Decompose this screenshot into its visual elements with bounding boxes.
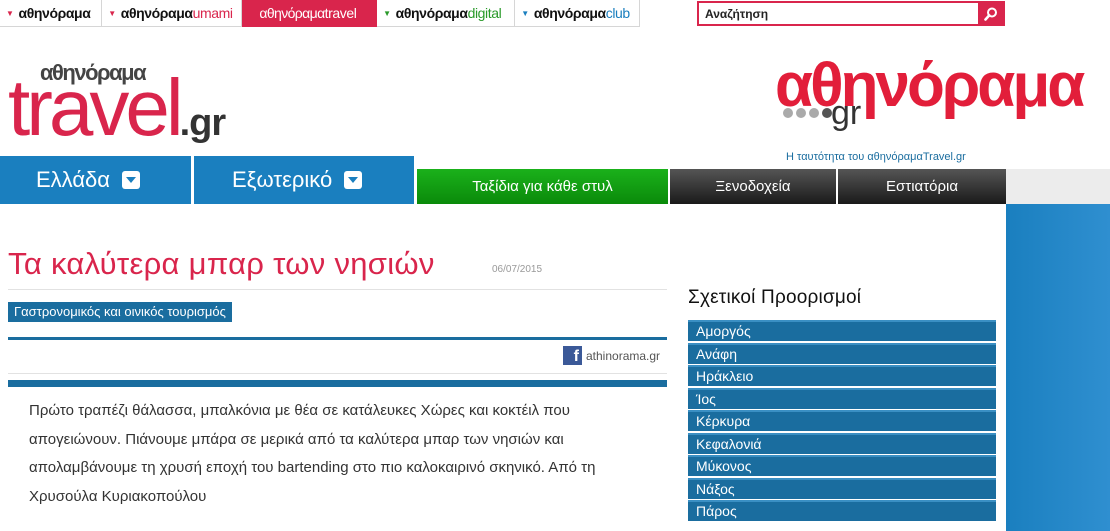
divider: [8, 289, 667, 290]
list-item[interactable]: Κεφαλονιά: [688, 432, 996, 454]
chevron-down-icon: ▼: [521, 8, 529, 18]
facebook-icon: f: [563, 346, 582, 365]
tagline-link[interactable]: Η ταυτότητα του αθηνόραμαTravel.gr: [786, 151, 966, 163]
article-lead: Πρώτο τραπέζι θάλασσα, μπαλκόνια με θέα …: [29, 402, 596, 505]
chevron-down-icon: [122, 171, 141, 189]
related-destinations-title: Σχετικοί Προορισμοί: [688, 287, 862, 308]
search-box: [697, 1, 1005, 26]
network-tab-umami[interactable]: ▼ αθηνόραμα umami: [102, 0, 242, 27]
list-item[interactable]: Ηράκλειο: [688, 365, 996, 386]
list-item[interactable]: Νάξος: [688, 477, 996, 499]
chevron-down-icon: ▼: [108, 8, 116, 18]
divider: [8, 373, 667, 374]
divider: [8, 337, 667, 340]
nav-travel-styles[interactable]: Ταξίδια για κάθε στυλ: [417, 169, 668, 204]
network-tab-club[interactable]: ▼ αθηνόραμα club: [515, 0, 640, 27]
list-item[interactable]: Ίος: [688, 387, 996, 409]
chevron-down-icon: ▼: [6, 8, 14, 18]
list-item[interactable]: Ανάφη: [688, 342, 996, 364]
divider: [8, 380, 667, 387]
facebook-share-button[interactable]: f athinorama.gr: [563, 346, 660, 365]
category-badge[interactable]: Γαστρονομικός και οινικός τουρισμός: [8, 302, 232, 322]
list-item[interactable]: Αμοργός: [688, 320, 996, 341]
nav-greece[interactable]: Ελλάδα: [0, 156, 191, 204]
network-tab-travel[interactable]: αθηνόραμα travel: [241, 0, 378, 27]
nav-abroad[interactable]: Εξωτερικό: [194, 156, 414, 204]
athinorama-logo[interactable]: αθηνόραμα gr: [775, 50, 1085, 140]
right-ad-column: [1006, 204, 1110, 531]
search-icon: [983, 7, 997, 21]
logo-dots-icon: [783, 108, 832, 118]
chevron-down-icon: ▼: [383, 8, 391, 18]
page-title: Τα καλύτερα μπαρ των νησιών: [8, 246, 435, 281]
list-item[interactable]: Πάρος: [688, 500, 996, 521]
list-item[interactable]: Κέρκυρα: [688, 410, 996, 431]
related-destinations-list: Αμοργός Ανάφη Ηράκλειο Ίος Κέρκυρα Κεφαλ…: [688, 320, 996, 523]
chevron-down-icon: [344, 171, 363, 189]
search-input[interactable]: [699, 3, 975, 24]
nav-hotels[interactable]: Ξενοδοχεία: [670, 169, 836, 204]
article-date: 06/07/2015: [492, 264, 543, 275]
list-item[interactable]: Μύκονος: [688, 455, 996, 476]
nav-restaurants[interactable]: Εστιατόρια: [838, 169, 1006, 204]
nav-filler: [1006, 169, 1110, 204]
network-bar: ▼ αθηνόραμα ▼ αθηνόραμα umami αθηνόραμα tr…: [0, 0, 640, 27]
search-button[interactable]: [978, 3, 1003, 24]
network-tab-athinorama[interactable]: ▼ αθηνόραμα: [0, 0, 103, 27]
network-tab-digital[interactable]: ▼ αθηνόραμα digital: [377, 0, 516, 27]
